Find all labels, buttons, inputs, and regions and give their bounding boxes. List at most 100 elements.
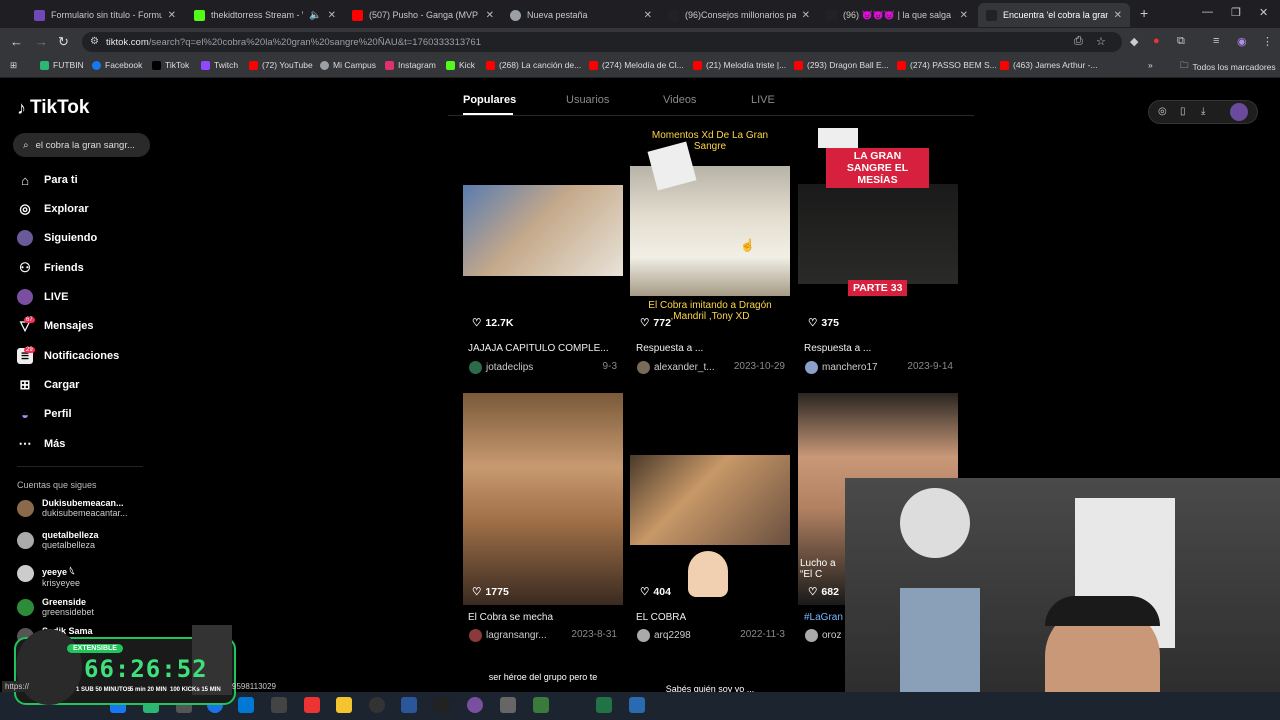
file-explorer-icon[interactable] — [336, 697, 352, 713]
app-icon[interactable] — [629, 697, 645, 713]
bookmark-mi-campus[interactable]: Mi Campus — [320, 60, 376, 70]
apps-icon[interactable]: ⊞ — [10, 60, 17, 71]
tab-live[interactable]: LIVE — [751, 94, 775, 106]
video-description[interactable]: #LaGran — [804, 612, 844, 623]
tab-formulario[interactable]: Formulario sin título - Formular ✕ — [26, 3, 184, 27]
video-author[interactable]: lagransangr... — [469, 629, 547, 642]
download-icon[interactable]: ⤓ — [1201, 106, 1205, 117]
nav-friends[interactable]: ⚇ Friends — [17, 260, 84, 276]
reload-icon[interactable]: ↻ — [58, 34, 69, 50]
tab-tiktok-consejos[interactable]: (96)Consejos millonarios para e ✕ — [660, 3, 818, 27]
tab-kick-stream[interactable]: thekidtorress Stream - Watc 🔈 ✕ — [186, 3, 344, 27]
bookmark-kick[interactable]: Kick — [446, 60, 475, 70]
tab-tiktok-search[interactable]: Encuentra 'el cobra la gran sang ✕ — [978, 3, 1130, 27]
bookmark-twitch[interactable]: Twitch — [201, 60, 238, 70]
following-account[interactable]: Dukisubemeacan... dukisubemeacantar... — [17, 498, 128, 518]
excel-icon[interactable] — [596, 697, 612, 713]
bookmark-yt-6[interactable]: (463) James Arthur -... — [1000, 60, 1098, 70]
nav-mas[interactable]: ⋯ Más — [17, 436, 66, 452]
outlook-icon[interactable] — [238, 697, 254, 713]
tab-youtube[interactable]: (507) Pusho - Ganga (MVP Ver ✕ — [344, 3, 502, 27]
chevron-right-icon[interactable]: » — [1148, 60, 1153, 70]
menu-icon[interactable]: ⋮ — [1262, 35, 1273, 48]
tab-tiktok-salga[interactable]: (96) 😈😈😈 | la que salga se p ✕ — [818, 3, 976, 27]
bookmark-facebook[interactable]: Facebook — [92, 60, 142, 70]
close-icon[interactable]: ✕ — [328, 10, 336, 21]
close-icon[interactable]: ✕ — [644, 10, 652, 21]
new-tab-button[interactable]: + — [1140, 5, 1148, 21]
app-icon[interactable] — [467, 697, 483, 713]
video-description[interactable]: El Cobra se mecha — [468, 612, 618, 623]
club-logo — [900, 488, 970, 558]
search-input[interactable]: ⌕ el cobra la gran sangr... — [13, 133, 150, 157]
site-info-icon[interactable]: ⚙ — [90, 36, 99, 47]
extension-icon[interactable]: ◆ — [1130, 35, 1138, 48]
nav-perfil[interactable]: ◒ Perfil — [17, 406, 71, 422]
bookmark-youtube[interactable]: (72) YouTube — [249, 60, 313, 70]
media-control-icon[interactable]: ≡ — [1213, 35, 1219, 47]
app-icon[interactable] — [533, 697, 549, 713]
video-description[interactable]: EL COBRA — [636, 612, 786, 623]
app-icon[interactable] — [500, 697, 516, 713]
close-icon[interactable]: ✕ — [168, 10, 176, 21]
timer-stat: 1 SUB 50 MINUTOS — [76, 687, 132, 693]
video-description[interactable]: Respuesta a ... — [804, 343, 954, 354]
speaker-icon[interactable]: 🔈 — [309, 10, 321, 21]
phone-icon[interactable]: ▯ — [1180, 106, 1186, 117]
divider — [17, 466, 143, 467]
tab-new[interactable]: Nueva pestaña ✕ — [502, 3, 660, 27]
bookmark-yt-4[interactable]: (293) Dragon Ball E... — [794, 60, 889, 70]
bookmark-futbin[interactable]: FUTBIN — [40, 60, 84, 70]
tiktok-logo[interactable]: ♪ TikTok — [17, 97, 89, 119]
video-description[interactable]: JAJAJA CAPÍTULO COMPLE... — [468, 343, 618, 354]
restore-icon[interactable]: ❐ — [1231, 6, 1241, 19]
coin-icon[interactable]: ◎ — [1158, 106, 1167, 117]
following-account[interactable]: yeeye 𓆩 krisyeyee — [17, 563, 80, 588]
extension-red-icon[interactable]: ● — [1153, 35, 1160, 47]
tab-usuarios[interactable]: Usuarios — [566, 94, 609, 106]
tab-populares[interactable]: Populares — [463, 94, 516, 106]
capcut-icon[interactable] — [434, 697, 450, 713]
bookmark-star-icon[interactable]: ☆ — [1096, 35, 1106, 48]
bookmark-yt-5[interactable]: (274) PASSO BEM S... — [897, 60, 997, 70]
nav-para-ti[interactable]: ⌂ Para ti — [17, 172, 78, 188]
tab-videos[interactable]: Videos — [663, 94, 696, 106]
bookmark-yt-3[interactable]: (21) Melodía triste |... — [693, 60, 786, 70]
video-author[interactable]: oroz — [805, 629, 841, 642]
close-icon[interactable]: ✕ — [1114, 10, 1122, 21]
nav-live[interactable]: LIVE — [17, 289, 68, 305]
app-icon[interactable] — [271, 697, 287, 713]
video-description[interactable]: Respuesta a ... — [636, 343, 786, 354]
tiktok-icon — [826, 9, 837, 21]
bookmark-yt-2[interactable]: (274) Melodía de Cl... — [589, 60, 684, 70]
minimize-icon[interactable]: — — [1202, 6, 1213, 18]
forward-icon[interactable]: → — [35, 34, 48, 49]
window-close-icon[interactable]: ✕ — [1259, 6, 1268, 19]
install-app-icon[interactable]: ⎙ — [1074, 35, 1083, 48]
all-bookmarks[interactable]: 🗀 Todos los marcadores — [1180, 60, 1276, 74]
close-icon[interactable]: ✕ — [486, 10, 494, 21]
following-account[interactable]: quetalbelleza quetalbelleza — [17, 530, 99, 550]
video-card[interactable] — [463, 124, 623, 336]
bookmark-tiktok[interactable]: TikTok — [152, 60, 189, 70]
close-icon[interactable]: ✕ — [802, 10, 810, 21]
video-author[interactable]: manchero17 — [805, 361, 878, 374]
nav-explorar[interactable]: ◎ Explorar — [17, 201, 88, 217]
app-icon[interactable] — [304, 697, 320, 713]
word-icon[interactable] — [401, 697, 417, 713]
nav-siguiendo[interactable]: Siguiendo — [17, 230, 97, 246]
video-author[interactable]: arq2298 — [637, 629, 691, 642]
extensions-puzzle-icon[interactable]: ⧉ — [1177, 35, 1185, 48]
video-card[interactable] — [463, 393, 623, 605]
avatar[interactable] — [1230, 103, 1248, 121]
bookmark-yt-1[interactable]: (268) La canción de... — [486, 60, 581, 70]
back-icon[interactable]: ← — [10, 34, 23, 49]
bookmark-instagram[interactable]: Instagram — [385, 60, 436, 70]
video-card[interactable] — [630, 393, 790, 605]
video-author[interactable]: jotadeclips — [469, 361, 533, 374]
app-icon[interactable] — [369, 697, 385, 713]
following-account[interactable]: Greenside greensidebet — [17, 597, 94, 617]
nav-cargar[interactable]: ⊞ Cargar — [17, 377, 80, 393]
profile-avatar[interactable]: ◉ — [1237, 35, 1247, 48]
close-icon[interactable]: ✕ — [960, 10, 968, 21]
